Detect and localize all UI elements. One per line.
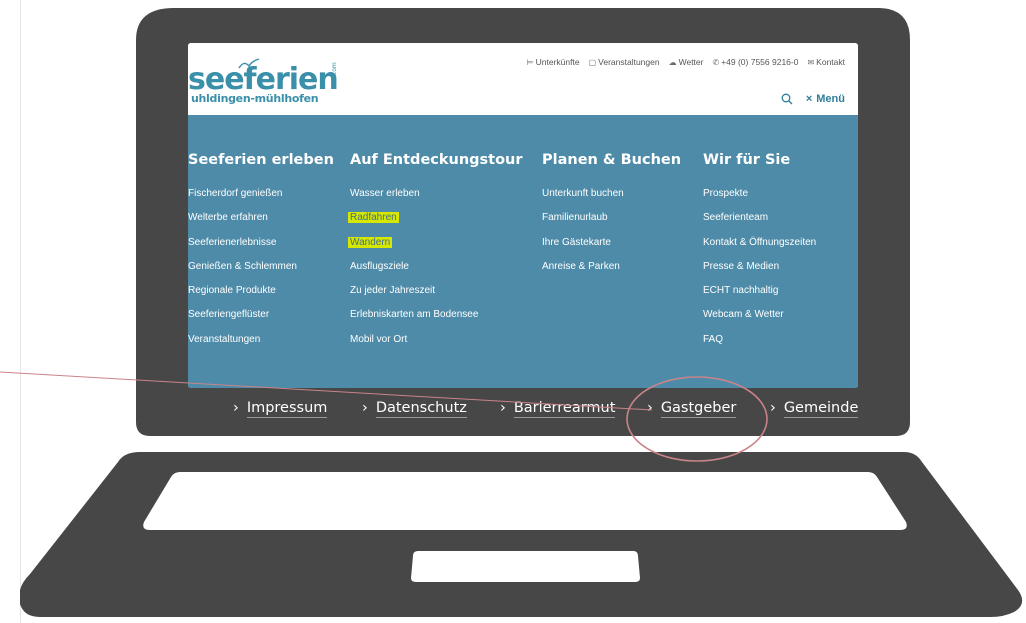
menu-item[interactable]: Seeferiengeflüster: [188, 309, 334, 333]
menu-item[interactable]: Seeferienerlebnisse: [188, 237, 334, 261]
footer-link-gastgeber[interactable]: › Gastgeber: [647, 400, 737, 418]
menu-item[interactable]: Anreise & Parken: [542, 261, 681, 285]
cloud-icon: ☁: [668, 57, 677, 67]
menu-item[interactable]: Ihre Gästekarte: [542, 237, 681, 261]
util-phone[interactable]: ✆ +49 (0) 7556 9216-0: [712, 57, 798, 67]
menu-item[interactable]: Ausflugsziele: [350, 261, 523, 285]
footer-link-barierrearmut[interactable]: › Barierrearmut: [500, 400, 616, 418]
menu-item-highlighted[interactable]: Wandern: [348, 236, 523, 261]
menu-item[interactable]: Zu jeder Jahreszeit: [350, 285, 523, 309]
column-title: Planen & Buchen: [542, 152, 682, 168]
menu-item[interactable]: Veranstaltungen: [188, 334, 334, 358]
website-screen: seeferien uhldingen-mühlhofen .com ⊨ Unt…: [188, 43, 858, 388]
menu-item[interactable]: Unterkunft buchen: [542, 188, 681, 212]
logo-wordmark: seeferien: [188, 62, 339, 97]
column-title: Auf Entdeckungstour: [350, 152, 523, 168]
menu-close-button[interactable]: × Menü: [806, 93, 845, 105]
chevron-right-icon: ›: [647, 400, 653, 416]
menu-item[interactable]: Seeferienteam: [703, 212, 816, 236]
menu-item[interactable]: Fischerdorf genießen: [188, 188, 334, 212]
seeferien-logo[interactable]: seeferien uhldingen-mühlhofen .com: [188, 55, 348, 105]
menu-item[interactable]: Regionale Produkte: [188, 285, 334, 309]
menu-item-highlighted[interactable]: Radfahren: [348, 212, 523, 236]
menu-column-planen-buchen: Planen & Buchen Unterkunft buchen Famili…: [542, 152, 681, 285]
menu-item[interactable]: Kontakt & Öffnungszeiten: [703, 237, 816, 261]
header-actions: × Menü: [781, 93, 845, 105]
util-label: Wetter: [678, 57, 704, 67]
menu-item[interactable]: Welterbe erfahren: [188, 212, 334, 236]
footer-link-impressum[interactable]: › Impressum: [233, 400, 328, 418]
menu-label: Menü: [816, 93, 845, 105]
menu-item[interactable]: Genießen & Schlemmen: [188, 261, 334, 285]
menu-item[interactable]: Familienurlaub: [542, 212, 681, 236]
logo-tld: .com: [331, 62, 338, 77]
mail-icon: ✉: [807, 57, 815, 67]
util-label: Kontakt: [816, 57, 845, 67]
column-title: Seeferien erleben: [188, 152, 334, 168]
menu-item[interactable]: Mobil vor Ort: [350, 334, 523, 358]
chevron-right-icon: ›: [500, 400, 506, 416]
util-label: +49 (0) 7556 9216-0: [721, 57, 799, 67]
util-wetter[interactable]: ☁ Wetter: [669, 57, 704, 67]
column-title: Wir für Sie: [703, 152, 791, 168]
menu-item[interactable]: Webcam & Wetter: [703, 309, 816, 333]
laptop-touchpad: [411, 551, 640, 582]
menu-column-wir-fuer-sie: Wir für Sie Prospekte Seeferienteam Kont…: [703, 152, 816, 358]
menu-item[interactable]: Prospekte: [703, 188, 816, 212]
menu-item[interactable]: Presse & Medien: [703, 261, 816, 285]
close-icon: ×: [805, 93, 813, 105]
chevron-right-icon: ›: [362, 400, 368, 416]
footer-link-datenschutz[interactable]: › Datenschutz: [362, 400, 467, 418]
footer-link-bar: › Impressum › Datenschutz › Barierrearmut ›…: [215, 390, 881, 435]
calendar-icon: ▢: [588, 57, 597, 67]
menu-column-seeferien-erleben: Seeferien erleben Fischerdorf genießen W…: [188, 152, 334, 358]
util-veranstaltungen[interactable]: ▢ Veranstaltungen: [589, 57, 660, 67]
bed-icon: ⊨: [526, 57, 534, 67]
menu-item[interactable]: ECHT nachhaltig: [703, 285, 816, 309]
logo-subline: uhldingen-mühlhofen: [191, 92, 319, 105]
laptop-keyboard: [143, 472, 907, 530]
menu-item[interactable]: Erlebniskarten am Bodensee: [350, 309, 523, 333]
utility-nav: ⊨ Unterkünfte ▢ Veranstaltungen ☁ Wetter…: [527, 57, 845, 67]
chevron-right-icon: ›: [233, 400, 239, 416]
footer-link-gemeinde[interactable]: › Gemeinde: [770, 400, 859, 418]
menu-column-auf-entdeckungstour: Auf Entdeckungstour Wasser erleben Radfa…: [348, 152, 523, 358]
util-label: Unterkünfte: [535, 57, 580, 67]
chevron-right-icon: ›: [770, 400, 776, 416]
util-label: Veranstaltungen: [598, 57, 660, 67]
menu-item[interactable]: FAQ: [703, 334, 816, 358]
search-icon[interactable]: [781, 93, 793, 105]
site-header: seeferien uhldingen-mühlhofen .com ⊨ Unt…: [188, 43, 858, 115]
util-unterkuenfte[interactable]: ⊨ Unterkünfte: [527, 57, 580, 67]
util-kontakt[interactable]: ✉ Kontakt: [807, 57, 845, 67]
phone-icon: ✆: [712, 57, 720, 67]
menu-item[interactable]: Wasser erleben: [350, 188, 523, 212]
mega-menu: Seeferien erleben Fischerdorf genießen W…: [188, 115, 858, 388]
